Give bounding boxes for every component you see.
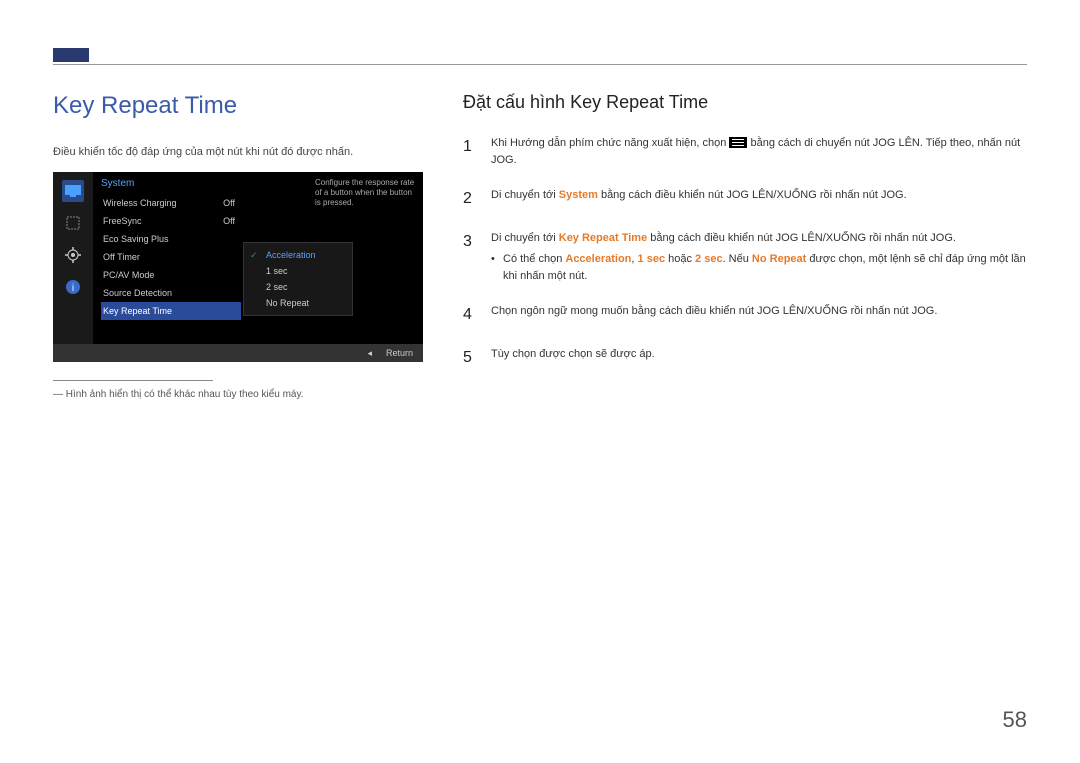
step-text: Có thể chọn	[503, 253, 565, 265]
osd-return-label: Return	[386, 348, 413, 358]
keyword: 2 sec	[695, 253, 723, 265]
osd-item-value: Off	[223, 198, 235, 208]
keyword: System	[559, 189, 598, 201]
osd-item-label: FreeSync	[103, 216, 142, 226]
osd-menu-item: PC/AV Mode	[101, 266, 241, 284]
step-item: 1 Khi Hướng dẫn phím chức năng xuất hiện…	[463, 135, 1027, 169]
osd-submenu-item-selected: Acceleration	[244, 247, 352, 263]
step-text: bằng cách điều khiển nút JOG LÊN/XUỐNG r…	[598, 189, 907, 201]
step-item: 5 Tùy chọn được chọn sẽ được áp.	[463, 346, 1027, 371]
step-text: Di chuyển tới	[491, 232, 559, 244]
picture-icon	[62, 212, 84, 234]
osd-menu-title: System	[101, 178, 134, 189]
keyword: Acceleration	[565, 253, 631, 265]
step-item: 4 Chọn ngôn ngữ mong muốn bằng cách điều…	[463, 303, 1027, 328]
header-rule	[53, 64, 1027, 65]
step-sub-bullet: Có thể chọn Acceleration, 1 sec hoặc 2 s…	[491, 251, 1027, 285]
step-text: . Nếu	[723, 253, 752, 265]
step-item: 2 Di chuyển tới System bằng cách điều kh…	[463, 187, 1027, 212]
info-icon: i	[62, 276, 84, 298]
step-body: Chọn ngôn ngữ mong muốn bằng cách điều k…	[491, 303, 1027, 328]
step-body: Khi Hướng dẫn phím chức năng xuất hiện, …	[491, 135, 1027, 169]
osd-nav-left-icon: ◂	[367, 348, 372, 359]
osd-menu-list: Wireless Charging Off FreeSync Off Eco Sav…	[101, 194, 241, 320]
step-item: 3 Di chuyển tới Key Repeat Time bằng các…	[463, 230, 1027, 285]
keyword: No Repeat	[752, 253, 806, 265]
step-body: Tùy chọn được chọn sẽ được áp.	[491, 346, 1027, 371]
step-number: 2	[463, 187, 477, 212]
osd-submenu-item: No Repeat	[244, 295, 352, 311]
menu-icon	[729, 137, 747, 148]
osd-item-label: Off Timer	[103, 252, 140, 262]
osd-submenu: Acceleration 1 sec 2 sec No Repeat	[243, 242, 353, 316]
osd-item-label: Source Detection	[103, 288, 172, 298]
osd-menu-item: Eco Saving Plus	[101, 230, 241, 248]
osd-item-label: Wireless Charging	[103, 198, 177, 208]
osd-item-label: Eco Saving Plus	[103, 234, 169, 244]
keyword: 1 sec	[638, 253, 666, 265]
osd-menu-item: FreeSync Off	[101, 212, 241, 230]
osd-menu-item: Off Timer	[101, 248, 241, 266]
step-body: Di chuyển tới Key Repeat Time bằng cách …	[491, 230, 1027, 285]
monitor-icon	[62, 180, 84, 202]
step-number: 5	[463, 346, 477, 371]
step-text: Di chuyển tới	[491, 189, 559, 201]
footnote-rule	[53, 380, 213, 381]
step-text: bằng cách điều khiển nút JOG LÊN/XUỐNG r…	[647, 232, 956, 244]
osd-item-label: PC/AV Mode	[103, 270, 154, 280]
keyword: Key Repeat Time	[559, 232, 647, 244]
step-number: 3	[463, 230, 477, 285]
page-number: 58	[1003, 707, 1027, 733]
right-column: Đặt cấu hình Key Repeat Time 1 Khi Hướng…	[463, 92, 1027, 400]
osd-item-value: Off	[223, 216, 235, 226]
osd-screenshot: i System Configure the response rate of …	[53, 172, 423, 362]
step-number: 4	[463, 303, 477, 328]
page-description: Điều khiển tốc độ đáp ứng của một nút kh…	[53, 146, 433, 158]
osd-submenu-item: 1 sec	[244, 263, 352, 279]
chapter-indicator	[53, 48, 89, 62]
osd-footer: ◂ Return	[53, 344, 423, 362]
step-text: Khi Hướng dẫn phím chức năng xuất hiện, …	[491, 137, 729, 149]
gear-icon	[62, 244, 84, 266]
left-column: Key Repeat Time Điều khiển tốc độ đáp ứn…	[53, 92, 433, 400]
osd-menu-item-selected: Key Repeat Time	[101, 302, 241, 320]
osd-help-text: Configure the response rate of a button …	[315, 178, 415, 208]
steps-list: 1 Khi Hướng dẫn phím chức năng xuất hiện…	[463, 135, 1027, 371]
footnote-text: ― Hình ảnh hiển thị có thể khác nhau tùy…	[53, 389, 433, 400]
step-text: hoặc	[665, 253, 695, 265]
osd-submenu-item: 2 sec	[244, 279, 352, 295]
page-title: Key Repeat Time	[53, 92, 433, 120]
step-body: Di chuyển tới System bằng cách điều khiể…	[491, 187, 1027, 212]
osd-item-label: Key Repeat Time	[103, 306, 172, 316]
step-number: 1	[463, 135, 477, 169]
section-heading: Đặt cấu hình Key Repeat Time	[463, 92, 1027, 113]
page-content: Key Repeat Time Điều khiển tốc độ đáp ứn…	[53, 92, 1027, 400]
osd-sidebar: i	[53, 172, 93, 344]
osd-menu-item: Wireless Charging Off	[101, 194, 241, 212]
osd-menu-item: Source Detection	[101, 284, 241, 302]
svg-text:i: i	[72, 283, 74, 294]
